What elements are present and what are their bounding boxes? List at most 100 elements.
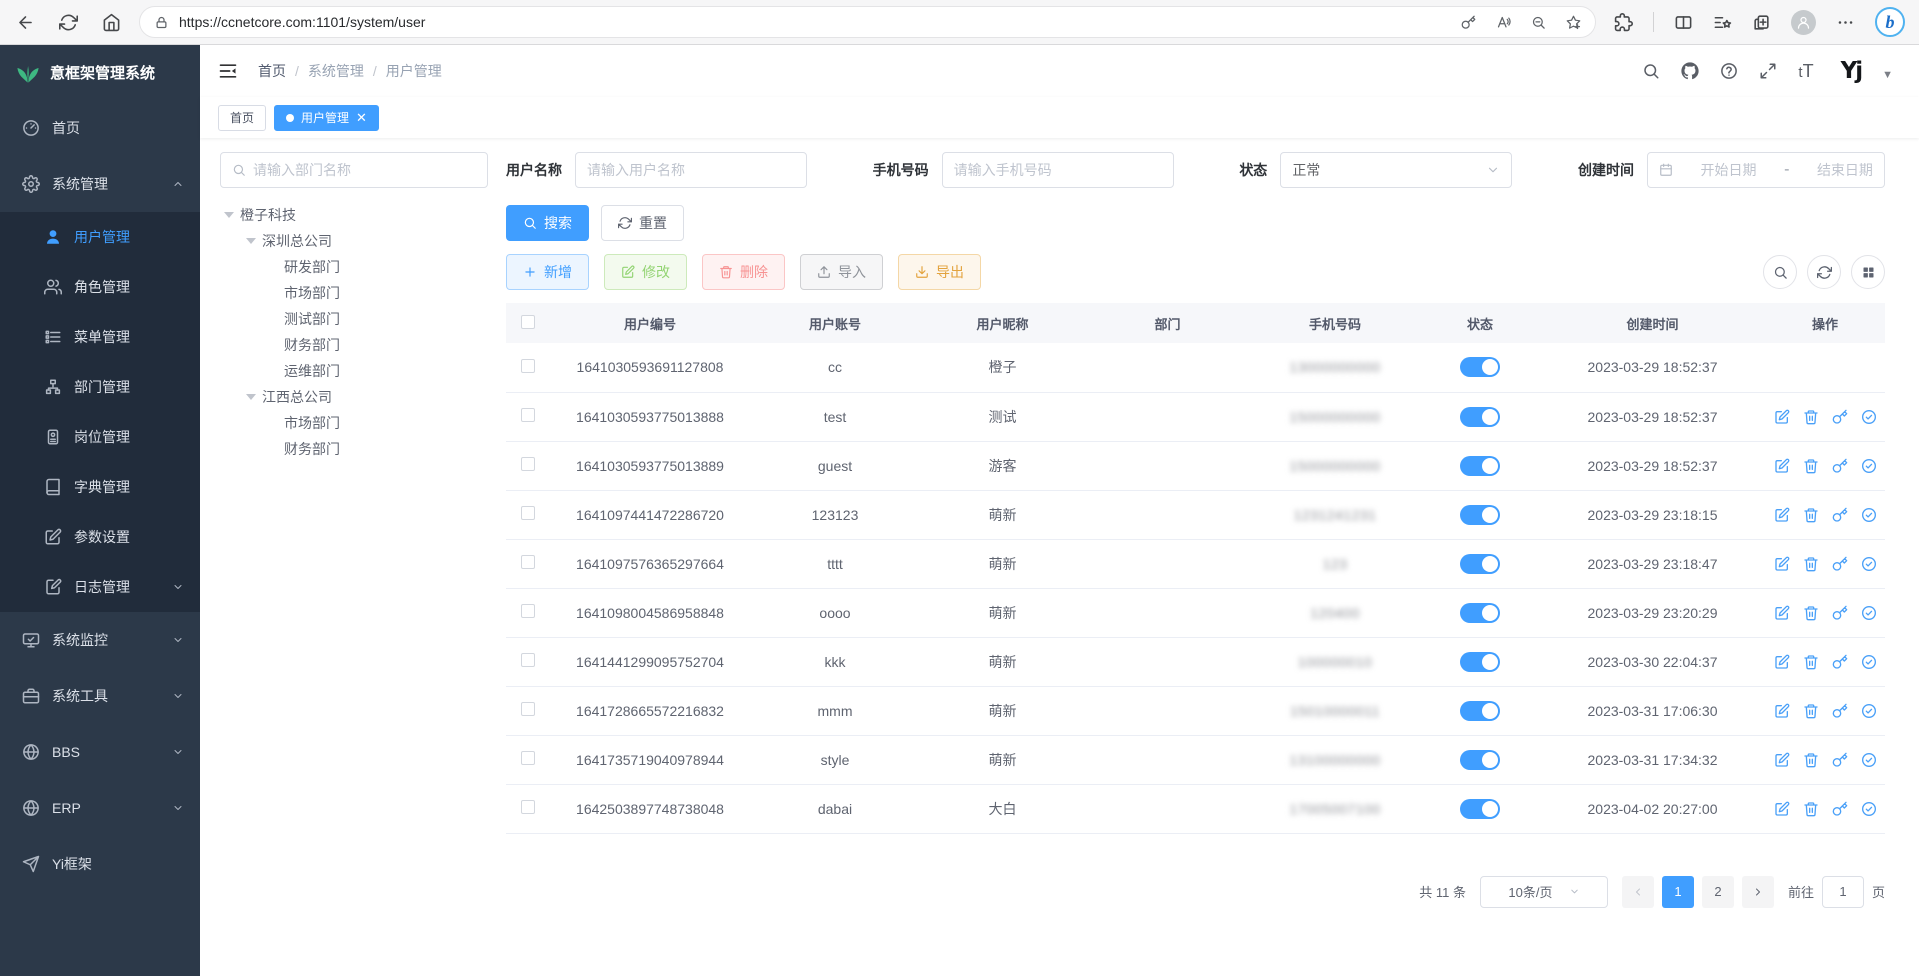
page-button-2[interactable]: 2	[1702, 876, 1734, 908]
reset-password-key-icon[interactable]	[1832, 752, 1848, 768]
collapse-sidebar-button[interactable]	[218, 61, 238, 81]
row-checkbox[interactable]	[521, 604, 535, 618]
status-toggle[interactable]	[1460, 652, 1500, 672]
sidebar-item-系统监控[interactable]: 系统监控	[0, 612, 200, 668]
edit-button[interactable]: 修改	[604, 254, 687, 290]
tree-node-橙子科技[interactable]: 橙子科技	[220, 202, 488, 228]
edit-action-icon[interactable]	[1774, 556, 1790, 572]
password-key-icon[interactable]	[1461, 15, 1476, 30]
department-search-input[interactable]	[220, 152, 488, 188]
sidebar-item-ERP[interactable]: ERP	[0, 780, 200, 836]
delete-action-icon[interactable]	[1803, 801, 1819, 817]
edit-action-icon[interactable]	[1774, 458, 1790, 474]
chevron-down-icon[interactable]: ▼	[1882, 69, 1893, 81]
status-toggle[interactable]	[1460, 603, 1500, 623]
row-checkbox[interactable]	[521, 800, 535, 814]
delete-action-icon[interactable]	[1803, 507, 1819, 523]
check-circle-action-icon[interactable]	[1861, 458, 1877, 474]
reset-button[interactable]: 重置	[601, 205, 684, 241]
tree-node-财务部门[interactable]: 财务部门	[220, 332, 488, 358]
favorites-bar-icon[interactable]	[1713, 13, 1732, 32]
search-icon[interactable]	[1642, 62, 1660, 80]
edit-action-icon[interactable]	[1774, 507, 1790, 523]
check-circle-action-icon[interactable]	[1861, 703, 1877, 719]
reset-password-key-icon[interactable]	[1832, 605, 1848, 621]
check-circle-action-icon[interactable]	[1861, 507, 1877, 523]
bing-chat-icon[interactable]: b	[1875, 7, 1905, 37]
row-checkbox[interactable]	[521, 702, 535, 716]
row-checkbox[interactable]	[521, 653, 535, 667]
edit-action-icon[interactable]	[1774, 654, 1790, 670]
fullscreen-icon[interactable]	[1759, 62, 1777, 80]
status-toggle[interactable]	[1460, 407, 1500, 427]
import-button[interactable]: 导入	[800, 254, 883, 290]
reset-password-key-icon[interactable]	[1832, 458, 1848, 474]
edit-action-icon[interactable]	[1774, 801, 1790, 817]
tree-node-市场部门[interactable]: 市场部门	[220, 410, 488, 436]
add-favorite-icon[interactable]	[1566, 15, 1581, 30]
url-text[interactable]: https://ccnetcore.com:1101/system/user	[179, 14, 1451, 30]
username-field[interactable]	[587, 162, 795, 178]
lock-icon[interactable]	[154, 15, 169, 30]
sidebar-item-日志管理[interactable]: 日志管理	[0, 562, 200, 612]
github-icon[interactable]	[1681, 62, 1699, 80]
sidebar-item-部门管理[interactable]: 部门管理	[0, 362, 200, 412]
tree-node-江西总公司[interactable]: 江西总公司	[220, 384, 488, 410]
extensions-icon[interactable]	[1614, 13, 1633, 32]
page-button-1[interactable]: 1	[1662, 876, 1694, 908]
goto-page-input[interactable]	[1822, 876, 1864, 908]
delete-action-icon[interactable]	[1803, 605, 1819, 621]
check-circle-action-icon[interactable]	[1861, 752, 1877, 768]
edit-action-icon[interactable]	[1774, 409, 1790, 425]
zoom-out-icon[interactable]	[1531, 15, 1546, 30]
edit-action-icon[interactable]	[1774, 605, 1790, 621]
delete-action-icon[interactable]	[1803, 556, 1819, 572]
home-icon[interactable]	[102, 13, 121, 32]
edit-action-icon[interactable]	[1774, 752, 1790, 768]
sidebar-item-BBS[interactable]: BBS	[0, 724, 200, 780]
status-toggle[interactable]	[1460, 701, 1500, 721]
sidebar-item-参数设置[interactable]: 参数设置	[0, 512, 200, 562]
sidebar-item-系统管理[interactable]: 系统管理	[0, 156, 200, 212]
tree-caret-icon[interactable]	[224, 212, 234, 223]
tree-node-财务部门[interactable]: 财务部门	[220, 436, 488, 462]
department-search-field[interactable]	[253, 162, 476, 178]
tree-caret-icon[interactable]	[246, 394, 256, 405]
add-button[interactable]: 新增	[506, 254, 589, 290]
status-toggle[interactable]	[1460, 750, 1500, 770]
sidebar-item-角色管理[interactable]: 角色管理	[0, 262, 200, 312]
reset-password-key-icon[interactable]	[1832, 703, 1848, 719]
phone-field[interactable]	[954, 162, 1162, 178]
collections-icon[interactable]	[1752, 13, 1771, 32]
sidebar-item-系统工具[interactable]: 系统工具	[0, 668, 200, 724]
check-circle-action-icon[interactable]	[1861, 605, 1877, 621]
status-toggle[interactable]	[1460, 554, 1500, 574]
delete-action-icon[interactable]	[1803, 409, 1819, 425]
sidebar-item-Yi框架[interactable]: Yi框架	[0, 836, 200, 892]
status-toggle[interactable]	[1460, 456, 1500, 476]
tree-node-测试部门[interactable]: 测试部门	[220, 306, 488, 332]
edit-action-icon[interactable]	[1774, 703, 1790, 719]
reset-password-key-icon[interactable]	[1832, 801, 1848, 817]
export-button[interactable]: 导出	[898, 254, 981, 290]
reset-password-key-icon[interactable]	[1832, 654, 1848, 670]
help-icon[interactable]	[1720, 62, 1738, 80]
tab-home[interactable]: 首页	[218, 105, 266, 131]
split-screen-icon[interactable]	[1674, 13, 1693, 32]
reset-password-key-icon[interactable]	[1832, 409, 1848, 425]
reset-password-key-icon[interactable]	[1832, 556, 1848, 572]
sidebar-item-菜单管理[interactable]: 菜单管理	[0, 312, 200, 362]
prev-page-button[interactable]	[1622, 876, 1654, 908]
date-range-picker[interactable]: 开始日期 - 结束日期	[1647, 152, 1885, 188]
check-circle-action-icon[interactable]	[1861, 654, 1877, 670]
row-checkbox[interactable]	[521, 751, 535, 765]
row-checkbox[interactable]	[521, 555, 535, 569]
delete-action-icon[interactable]	[1803, 752, 1819, 768]
tree-node-运维部门[interactable]: 运维部门	[220, 358, 488, 384]
status-select[interactable]: 正常	[1280, 152, 1512, 188]
select-all-checkbox[interactable]	[521, 315, 535, 329]
table-search-toggle-button[interactable]	[1763, 255, 1797, 289]
check-circle-action-icon[interactable]	[1861, 556, 1877, 572]
sidebar-item-字典管理[interactable]: 字典管理	[0, 462, 200, 512]
table-columns-button[interactable]	[1851, 255, 1885, 289]
